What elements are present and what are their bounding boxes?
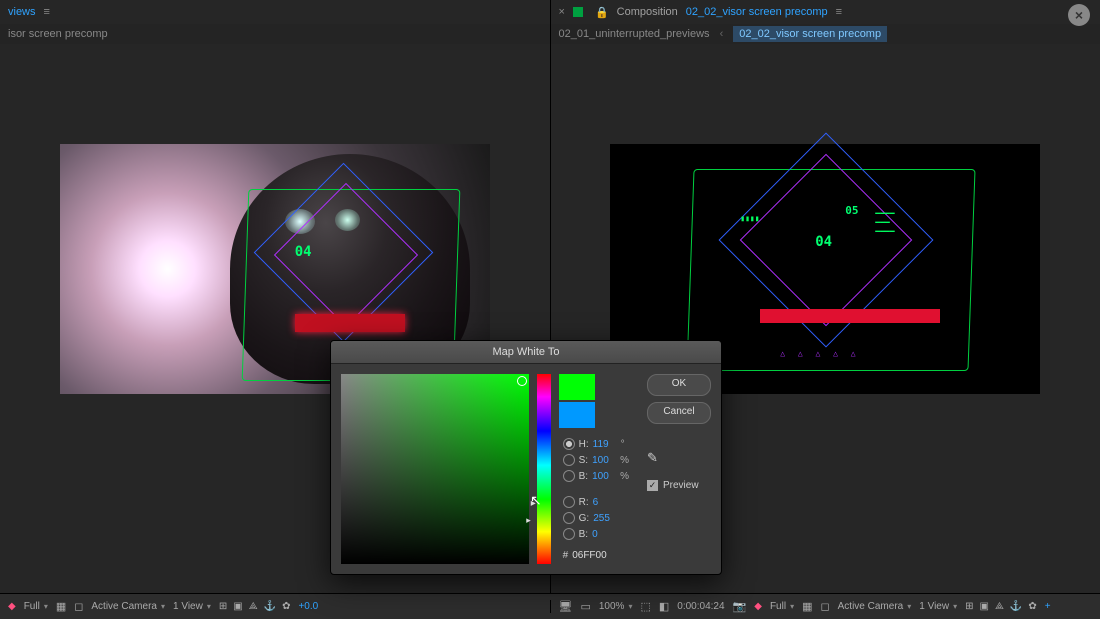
alpha-icon[interactable]: ◧ <box>659 600 669 613</box>
toggle-icon[interactable]: ⟁ <box>249 601 258 612</box>
monitor-icon[interactable]: 🖥 <box>559 600 573 613</box>
comp-color-icon <box>573 7 583 17</box>
right-pane-subheader: 02_01_uninterrupted_previews ‹ 02_02_vis… <box>551 24 1100 44</box>
tab-comp-name[interactable]: 02_02_visor screen precomp <box>686 6 828 18</box>
hud-red-bar <box>295 314 405 332</box>
snapshot-icon[interactable]: 📷 <box>733 600 747 613</box>
breadcrumb-separator: ‹ <box>720 28 724 40</box>
hud-red-bar <box>760 309 940 323</box>
left-subtitle: isor screen precomp <box>8 28 108 40</box>
g-field[interactable]: G:255 <box>563 512 629 524</box>
quality-dropdown[interactable]: Full▾ <box>24 601 48 612</box>
panel-menu-icon[interactable]: ≡ <box>44 6 50 18</box>
hud-diamond-outer <box>253 163 433 343</box>
left-pane-header: views ≡ <box>0 0 550 24</box>
color-mgmt-icon[interactable]: ◆ <box>8 601 16 612</box>
footer-bar: ◆ Full▾ ▦ ◻ Active Camera▾ 1 View▾ ⊞ ▣ ⟁… <box>0 593 1100 619</box>
hud-number: 05 <box>845 204 858 217</box>
exposure-add-icon[interactable]: + <box>1045 601 1051 612</box>
right-pane-header: × 🔒 Composition 02_02_visor screen preco… <box>551 0 1100 24</box>
gear-icon[interactable]: ✿ <box>282 601 290 612</box>
r-field[interactable]: R:6 <box>563 496 629 508</box>
dialog-buttons: OK Cancel ✎ ✓ Preview <box>647 374 711 564</box>
tab-prefix: Composition <box>617 6 678 18</box>
color-swatches <box>559 374 629 428</box>
left-footer: ◆ Full▾ ▦ ◻ Active Camera▾ 1 View▾ ⊞ ▣ ⟁… <box>0 600 550 613</box>
ok-button[interactable]: OK <box>647 374 711 396</box>
mask-icon[interactable]: ◻ <box>74 600 83 613</box>
quality-dropdown[interactable]: Full▾ <box>770 601 794 612</box>
highlight <box>335 209 360 231</box>
lock-icon[interactable]: 🔒 <box>595 6 609 19</box>
bl-field[interactable]: B:0 <box>563 528 629 540</box>
color-picker-dialog: Map White To ▸ ▸ H:119° S:100% B:100% R:… <box>330 340 722 575</box>
view-option-icons: ⊞ ▣ ⟁ ⚓ ✿ <box>219 601 291 612</box>
preview-checkbox[interactable]: ✓ Preview <box>647 480 711 491</box>
dialog-title: Map White To <box>331 341 721 364</box>
right-footer: 🖥 ▭ 100%▾ ⬚ ◧ 0:00:04:24 📷 ◆ Full▾ ▦ ◻ A… <box>550 600 1100 613</box>
hud-diamond-outer <box>719 133 934 348</box>
color-mgmt-icon[interactable]: ◆ <box>754 601 762 612</box>
hue-slider[interactable]: ▸ <box>537 374 551 564</box>
zoom-dropdown[interactable]: 100%▾ <box>599 601 633 612</box>
hud-diamond <box>740 154 913 327</box>
view-option-icons: ⊞ ▣ ⟁ ⚓ ✿ <box>965 601 1037 612</box>
highlight <box>285 209 315 234</box>
camera-dropdown[interactable]: Active Camera▾ <box>838 601 912 612</box>
timecode[interactable]: 0:00:04:24 <box>677 601 724 612</box>
toggle-icon[interactable]: ⚓ <box>264 601 276 612</box>
grid-icon[interactable]: ▦ <box>802 600 812 613</box>
grid-icon[interactable]: ▦ <box>56 600 66 613</box>
eyedropper-icon[interactable]: ✎ <box>647 450 711 466</box>
toggle-icon[interactable]: ⟁ <box>995 601 1004 612</box>
gear-icon[interactable]: ✿ <box>1028 601 1036 612</box>
hex-field[interactable]: # 06FF00 <box>563 550 629 561</box>
left-tab-label[interactable]: views <box>8 6 36 18</box>
hud-dots: △ △ △ △ △ <box>780 349 859 358</box>
saturation-picker[interactable]: ▸ <box>341 374 529 564</box>
hud-text: ━━━━━━━━━━━ <box>875 209 894 236</box>
color-fields: H:119° S:100% B:100% R:6 G:255 B:0 # 06F… <box>563 438 629 561</box>
hex-prefix: # <box>563 550 569 561</box>
toggle-icon[interactable]: ▣ <box>979 601 988 612</box>
views-dropdown[interactable]: 1 View▾ <box>919 601 957 612</box>
new-color-swatch[interactable] <box>559 374 595 400</box>
hud-number: 04 <box>815 234 832 250</box>
hud-diamond <box>274 183 418 327</box>
breadcrumb-parent[interactable]: 02_01_uninterrupted_previews <box>559 28 710 40</box>
hud-text: ▮▮▮▮ <box>740 214 759 223</box>
left-pane-subheader: isor screen precomp <box>0 24 550 44</box>
old-color-swatch[interactable] <box>559 402 595 428</box>
breadcrumb-active[interactable]: 02_02_visor screen precomp <box>733 26 887 42</box>
s-field[interactable]: S:100% <box>563 454 629 466</box>
sat-arrow-icon: ▸ <box>526 515 531 526</box>
roi-icon[interactable]: ⬚ <box>640 600 650 613</box>
mask-icon[interactable]: ◻ <box>821 600 830 613</box>
preview-label: Preview <box>663 480 699 491</box>
cancel-button[interactable]: Cancel <box>647 402 711 424</box>
checkbox-icon: ✓ <box>647 480 658 491</box>
hud-number: 04 <box>295 244 312 260</box>
h-field[interactable]: H:119° <box>563 438 629 450</box>
device-icon[interactable]: ▭ <box>580 600 590 613</box>
toggle-icon[interactable]: ⊞ <box>219 601 227 612</box>
hud-hexagon <box>687 169 976 371</box>
tab-close-icon[interactable]: × <box>559 6 565 18</box>
exposure-value[interactable]: +0.0 <box>298 601 318 612</box>
hud-overlay: 04 05 ▮▮▮▮ ━━━━━━━━━━━ △ △ △ △ △ <box>680 154 980 384</box>
close-panel-button[interactable]: × <box>1068 4 1090 26</box>
views-dropdown[interactable]: 1 View▾ <box>173 601 211 612</box>
toggle-icon[interactable]: ▣ <box>233 601 242 612</box>
panel-menu-icon[interactable]: ≡ <box>836 6 842 18</box>
hue-pointer-icon: ▸ <box>531 498 536 509</box>
hex-input[interactable]: 06FF00 <box>572 550 622 561</box>
sat-cursor-icon <box>517 376 527 386</box>
b-field[interactable]: B:100% <box>563 470 629 482</box>
camera-dropdown[interactable]: Active Camera▾ <box>91 601 165 612</box>
toggle-icon[interactable]: ⚓ <box>1010 601 1022 612</box>
toggle-icon[interactable]: ⊞ <box>965 601 973 612</box>
